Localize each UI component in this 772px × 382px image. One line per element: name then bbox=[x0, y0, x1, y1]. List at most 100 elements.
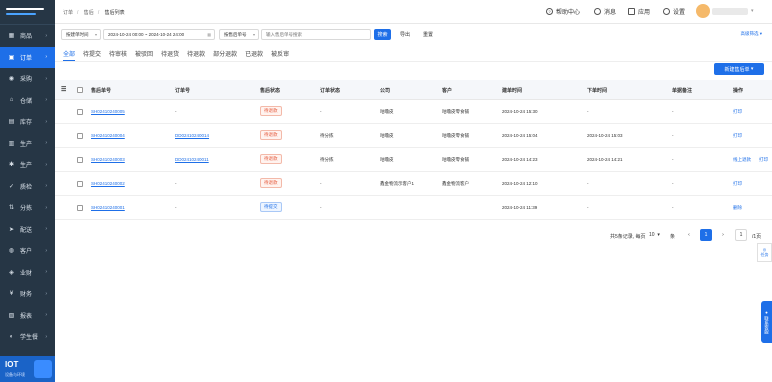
sidebar-item-label: 生产 bbox=[20, 163, 33, 170]
iot-banner[interactable]: IOT 设备与环境 bbox=[0, 356, 55, 382]
status-tab[interactable]: 待提交 bbox=[83, 49, 101, 61]
row-checkbox[interactable] bbox=[77, 109, 83, 115]
sidebar-item[interactable]: ➤ 配送 › bbox=[0, 219, 55, 241]
chevron-right-icon: › bbox=[45, 269, 47, 276]
export-button[interactable]: 导出 bbox=[394, 29, 416, 40]
advanced-filter-link[interactable]: 高级筛选 ▾ bbox=[740, 31, 762, 37]
page-size-select[interactable]: 10 ▾ bbox=[647, 229, 669, 241]
settings-button[interactable]: 设置 bbox=[663, 7, 685, 16]
sidebar-item[interactable]: ✓ 质检 › bbox=[0, 176, 55, 198]
row-action-button[interactable]: 打印 bbox=[733, 109, 742, 115]
row-checkbox[interactable] bbox=[77, 205, 83, 211]
order-no[interactable]: DD02410240011 bbox=[175, 157, 209, 162]
search-button[interactable]: 搜索 bbox=[374, 29, 391, 40]
avatar[interactable] bbox=[696, 4, 710, 18]
sidebar-item-label: 采购 bbox=[20, 77, 33, 84]
sidebar-item[interactable]: ▧ 报表 › bbox=[0, 305, 55, 327]
header-after-sale-no: 售后单号 bbox=[91, 88, 112, 94]
sidebar-item[interactable]: ▣ 订单 › bbox=[0, 46, 55, 68]
new-after-sale-button[interactable]: 新建售后单 ▾ bbox=[714, 63, 764, 75]
next-page-button[interactable]: › bbox=[717, 229, 729, 241]
order-status: 待分拣 bbox=[320, 133, 334, 138]
table-row: SH02410240004 DD02410240014 待退款 待分拣 咕噜皮 咕噜皮零食… bbox=[55, 124, 772, 148]
money-icon: ¥ bbox=[9, 290, 14, 297]
page-size-unit: 条 bbox=[670, 233, 676, 240]
time-type-select[interactable]: 按建单时间 ▾ bbox=[61, 29, 101, 40]
sidebar-item[interactable]: ▥ 生产 › bbox=[0, 133, 55, 155]
status-tab[interactable]: 已退款 bbox=[245, 49, 263, 61]
sidebar-item[interactable]: ◈ 业财 › bbox=[0, 262, 55, 284]
truck-icon: ◉ bbox=[8, 76, 15, 83]
help-icon: ? bbox=[546, 8, 553, 15]
row-action-button[interactable]: 删除 bbox=[733, 205, 742, 211]
iot-title: IOT bbox=[5, 360, 19, 369]
task-float-button[interactable]: ◎ 任务 bbox=[757, 243, 772, 262]
order-time: 2024-10-24 15:03 bbox=[587, 133, 623, 138]
order-status: - bbox=[320, 109, 322, 114]
status-tab[interactable]: 被驳回 bbox=[135, 49, 153, 61]
status-tab[interactable]: 待退货 bbox=[161, 49, 179, 61]
breadcrumb-item[interactable]: 订单 bbox=[63, 10, 73, 16]
breadcrumb-item[interactable]: 售后 bbox=[84, 10, 94, 16]
after-sale-no-link[interactable]: SH02410240005 bbox=[91, 109, 125, 114]
sidebar-item[interactable]: ◐ 学生餐 › bbox=[0, 326, 55, 348]
remark: - bbox=[672, 157, 674, 162]
row-checkbox[interactable] bbox=[77, 133, 83, 139]
sidebar-item[interactable]: ▤ 库存 › bbox=[0, 111, 55, 133]
grid-icon: ▦ bbox=[8, 33, 15, 40]
search-input[interactable] bbox=[261, 29, 371, 40]
prev-page-button[interactable]: ‹ bbox=[683, 229, 695, 241]
warehouse-icon: ⌂ bbox=[9, 97, 14, 104]
row-action-button[interactable]: 打印 bbox=[733, 181, 742, 187]
date-range-picker[interactable]: 2024-10-24 00:00 ~ 2024-10-24 24:00 ▦ bbox=[103, 29, 215, 40]
apps-button[interactable]: 应用 bbox=[628, 7, 650, 16]
chevron-down-icon[interactable]: ▾ bbox=[751, 8, 754, 14]
reset-button[interactable]: 重置 bbox=[417, 29, 439, 40]
after-sale-no-link[interactable]: SH02410240001 bbox=[91, 205, 125, 210]
sidebar-item[interactable]: ⌂ 仓储 › bbox=[0, 90, 55, 112]
order-time: - bbox=[587, 181, 589, 186]
row-checkbox[interactable] bbox=[77, 181, 83, 187]
remark: - bbox=[672, 133, 674, 138]
column-settings-icon[interactable]: ☰ bbox=[61, 86, 66, 93]
select-all-checkbox[interactable] bbox=[77, 87, 83, 93]
user-name[interactable] bbox=[712, 8, 748, 15]
help-center-button[interactable]: ? 帮助中心 bbox=[546, 7, 580, 16]
header-created-time: 建单时间 bbox=[502, 88, 523, 94]
header-after-sale-status: 售后状态 bbox=[260, 88, 281, 94]
sidebar-item[interactable]: ✱ 生产 › bbox=[0, 154, 55, 176]
company: 咕噜皮 bbox=[380, 109, 394, 114]
sidebar-item[interactable]: ▦ 商品 › bbox=[0, 25, 55, 47]
sidebar-item[interactable]: ◍ 客户 › bbox=[0, 240, 55, 262]
sidebar-item[interactable]: ¥ 财务 › bbox=[0, 283, 55, 305]
customer-service-button[interactable]: ● 联系客服 bbox=[761, 301, 772, 343]
status-tab[interactable]: 部分退款 bbox=[213, 49, 237, 61]
row-checkbox[interactable] bbox=[77, 157, 83, 163]
after-sale-no-link[interactable]: SH02410240003 bbox=[91, 157, 125, 162]
sidebar-item[interactable]: ◉ 采购 › bbox=[0, 68, 55, 90]
row-action-button[interactable]: 打印 bbox=[733, 133, 742, 139]
status-tab[interactable]: 待审核 bbox=[109, 49, 127, 61]
chevron-right-icon: › bbox=[45, 333, 47, 340]
row-action-button[interactable]: 打印 bbox=[759, 157, 768, 163]
search-type-select[interactable]: 按售后单号 ▾ bbox=[219, 29, 259, 40]
remark: - bbox=[672, 109, 674, 114]
created-time: 2024-10-24 15:30 bbox=[502, 109, 538, 114]
page-button[interactable]: 1 bbox=[700, 229, 712, 241]
order-no[interactable]: DD02410240014 bbox=[175, 133, 209, 138]
chevron-right-icon: › bbox=[45, 54, 47, 61]
sidebar-item-label: 质检 bbox=[20, 184, 33, 191]
header-order-status: 订单状态 bbox=[320, 88, 341, 94]
status-tab[interactable]: 被反审 bbox=[271, 49, 289, 61]
status-tab[interactable]: 全部 bbox=[63, 49, 76, 61]
messages-button[interactable]: 消息 bbox=[594, 7, 616, 16]
goto-page-input[interactable]: 1 bbox=[735, 229, 747, 241]
company: 咕噜皮 bbox=[380, 157, 394, 162]
after-sale-no-link[interactable]: SH02410240004 bbox=[91, 133, 125, 138]
after-sale-no-link[interactable]: SH02410240002 bbox=[91, 181, 125, 186]
status-tab[interactable]: 待退款 bbox=[187, 49, 205, 61]
status-badge: 待退款 bbox=[260, 106, 282, 116]
sidebar-item[interactable]: ⇅ 分拣 › bbox=[0, 197, 55, 219]
row-action-button[interactable]: 线上退款 bbox=[733, 157, 751, 163]
status-badge: 待退款 bbox=[260, 130, 282, 140]
